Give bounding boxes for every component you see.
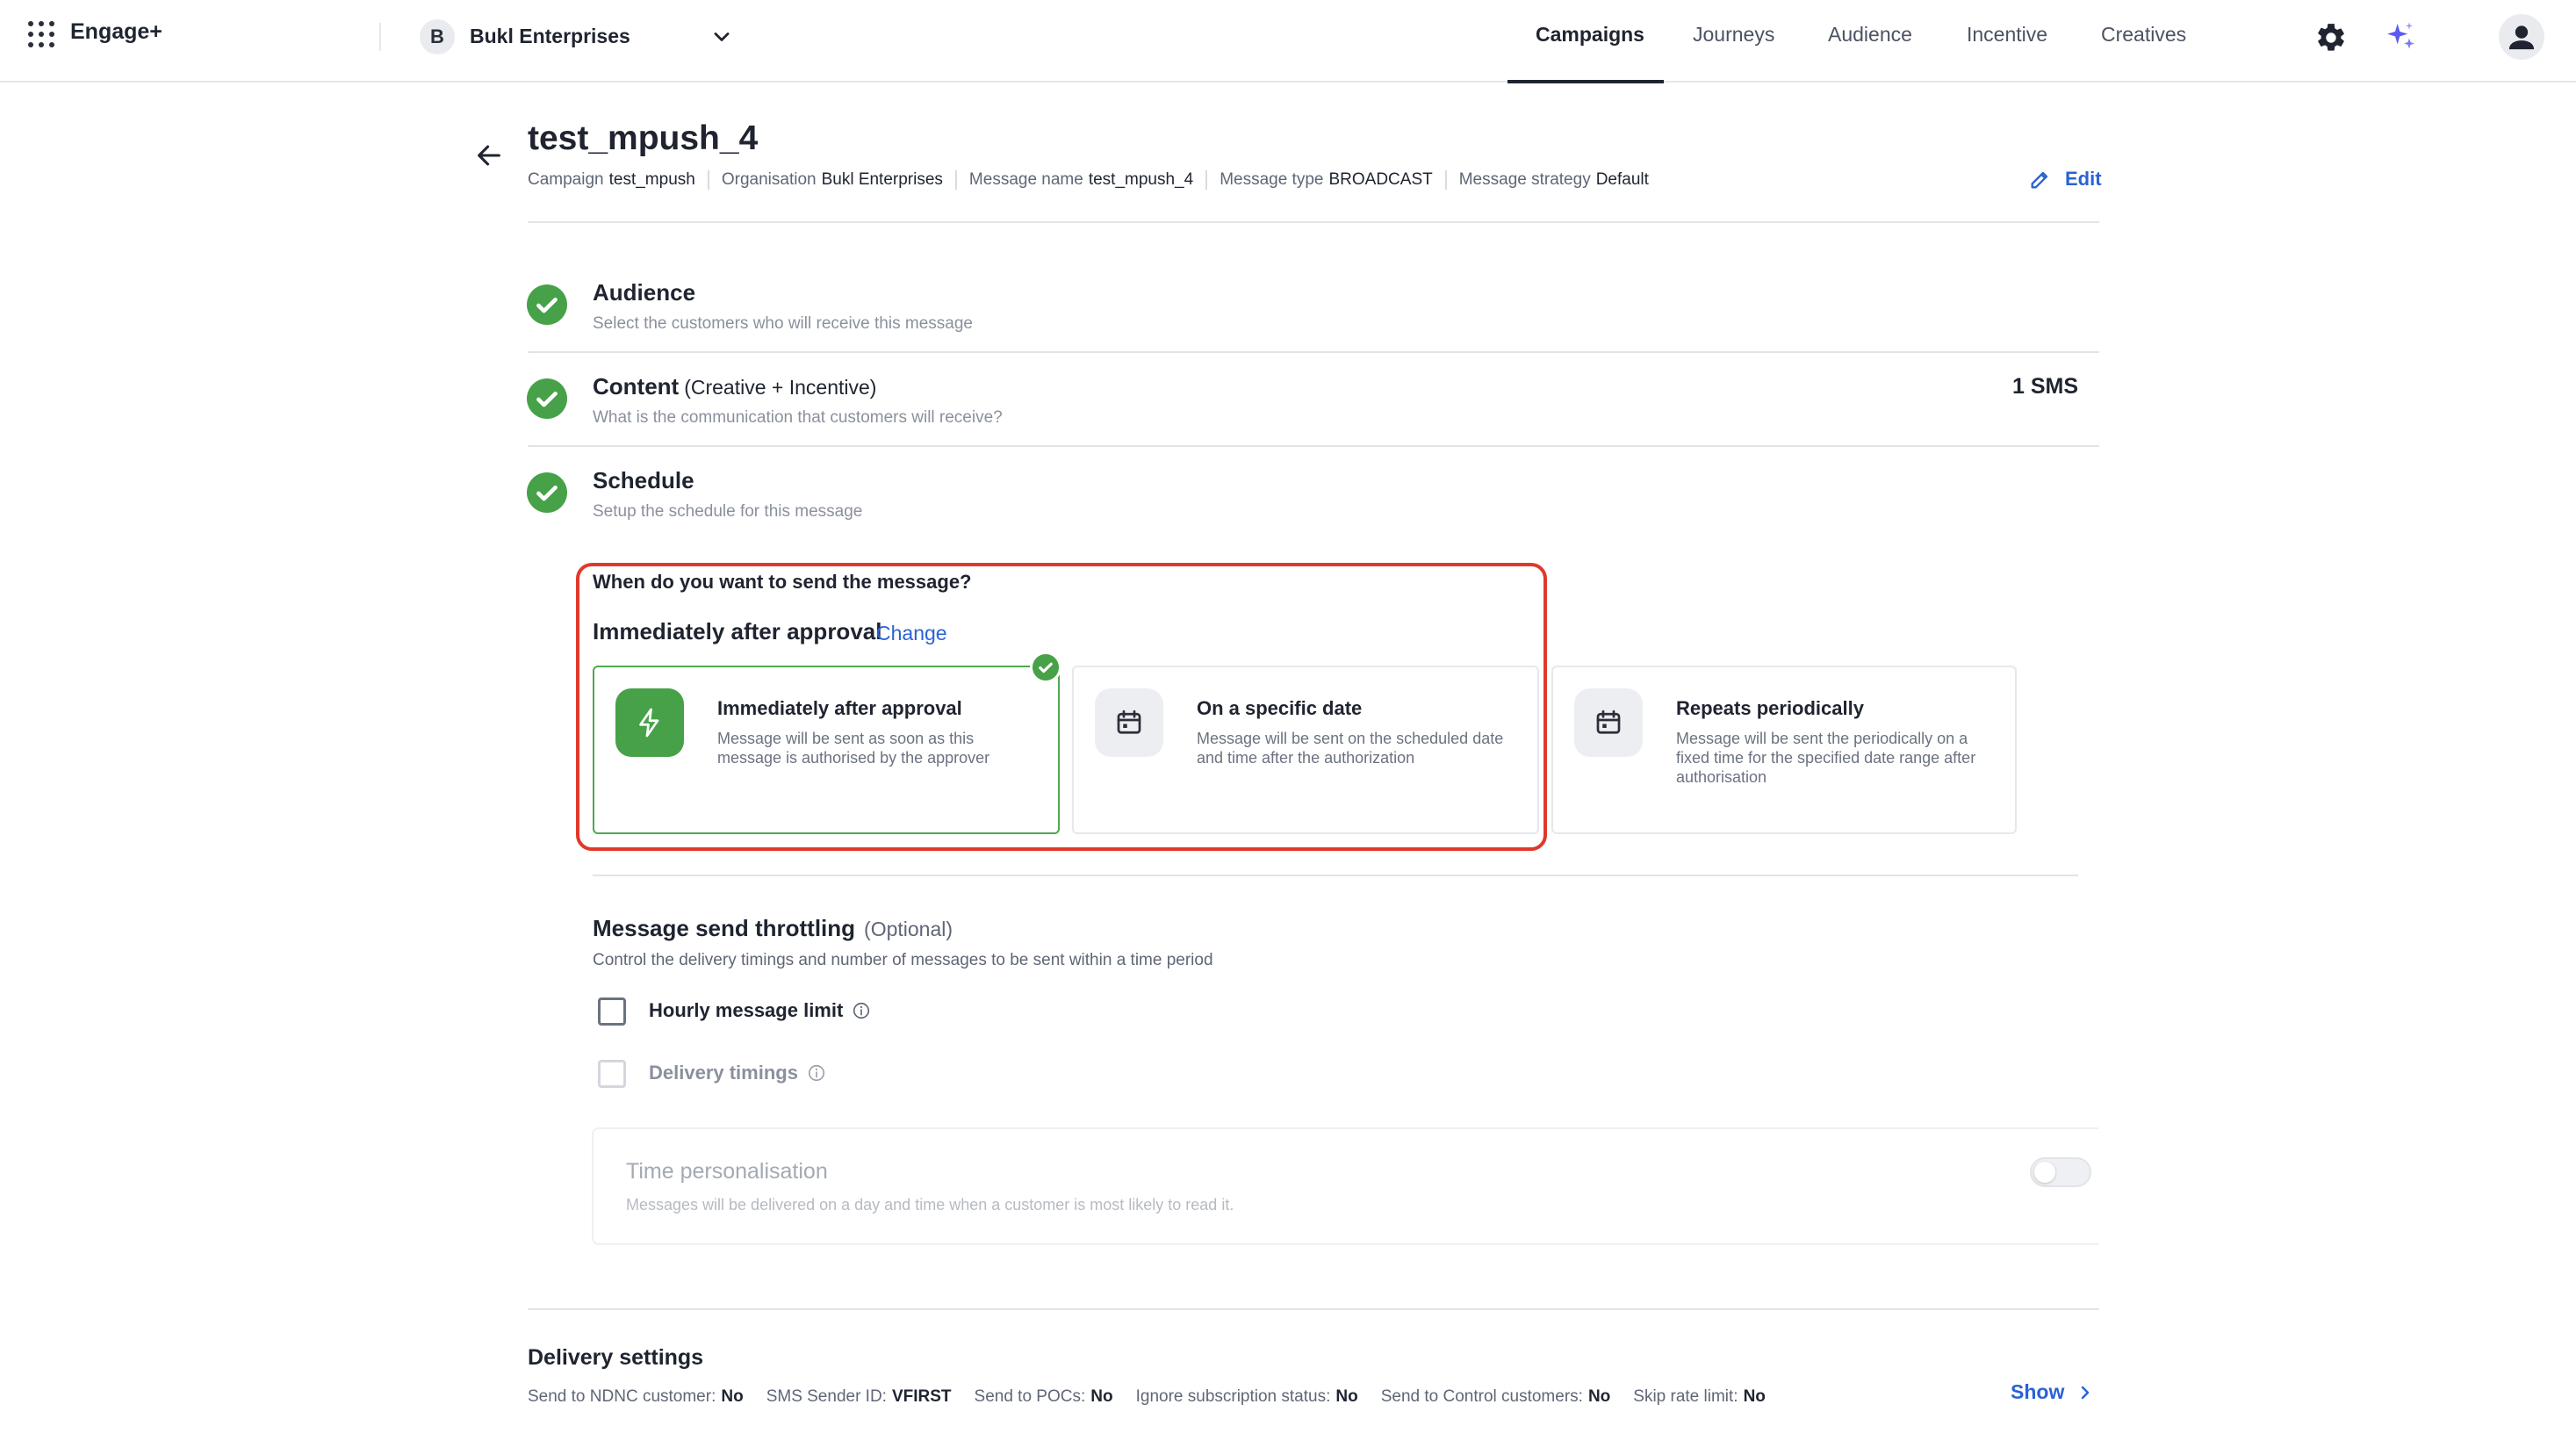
selected-check-icon (1030, 652, 1061, 683)
content-count: 1 SMS (2012, 374, 2079, 399)
option-description: Message will be sent as soon as this mes… (717, 730, 990, 767)
gear-icon[interactable] (2314, 21, 2348, 54)
lightning-icon (615, 688, 684, 757)
ds-pocs: Send to POCs: No (974, 1387, 1113, 1406)
info-icon[interactable] (807, 1063, 826, 1083)
divider (528, 445, 2099, 447)
option-description: Message will be sent on the scheduled da… (1197, 730, 1504, 767)
ds-subscription: Ignore subscription status: No (1135, 1387, 1358, 1406)
org-name[interactable]: Bukl Enterprises (470, 25, 630, 48)
throttling-title: Message send throttling (Optional) (593, 915, 953, 941)
edit-button[interactable]: Edit (2028, 167, 2102, 191)
divider (379, 23, 381, 51)
ds-ndnc: Send to NDNC customer: No (528, 1387, 744, 1406)
hourly-limit-label: Hourly message limit (649, 999, 871, 1022)
step-audience-title[interactable]: Audience (593, 279, 695, 306)
schedule-check-icon (527, 472, 567, 513)
time-personalisation-subtitle: Messages will be delivered on a day and … (626, 1196, 1234, 1213)
tab-incentive[interactable]: Incentive (1967, 23, 2047, 47)
divider (593, 875, 2078, 876)
tab-creatives[interactable]: Creatives (2101, 23, 2186, 47)
time-personalisation-title: Time personalisation (626, 1159, 828, 1184)
option-title: Immediately after approval (717, 697, 962, 719)
step-content-subtitle: What is the communication that customers… (593, 408, 1003, 427)
avatar[interactable] (2499, 14, 2544, 60)
option-on-a-specific-date[interactable]: On a specific date Message will be sent … (1072, 666, 1539, 834)
toggle-knob (2034, 1162, 2055, 1183)
delivery-timings-label: Delivery timings (649, 1062, 826, 1084)
back-arrow-icon[interactable] (474, 140, 504, 170)
ds-control: Send to Control customers: No (1380, 1387, 1611, 1406)
throttling-subtitle: Control the delivery timings and number … (593, 951, 1213, 969)
option-repeats-periodically[interactable]: Repeats periodically Message will be sen… (1551, 666, 2017, 834)
pencil-icon (2031, 171, 2048, 189)
divider (528, 1308, 2099, 1310)
chevron-down-icon[interactable] (709, 25, 734, 49)
step-schedule-title[interactable]: Schedule (593, 467, 694, 494)
divider (1205, 170, 1208, 190)
page-title: test_mpush_4 (528, 119, 759, 157)
delivery-timings-checkbox[interactable] (598, 1060, 626, 1088)
sparkle-icon[interactable] (2383, 19, 2418, 54)
change-link[interactable]: Change (876, 622, 947, 645)
divider (528, 221, 2099, 223)
schedule-question: When do you want to send the message? (593, 571, 972, 593)
meta-message-type: Message type BROADCAST (1220, 170, 1433, 189)
show-delivery-settings-button[interactable]: Show (2011, 1380, 2096, 1404)
divider (528, 351, 2099, 353)
meta-organisation: Organisation Bukl Enterprises (721, 170, 943, 189)
org-avatar: B (420, 19, 455, 54)
tab-campaigns[interactable]: Campaigns (1536, 23, 1644, 47)
divider (707, 170, 709, 190)
chevron-right-icon (2082, 1386, 2090, 1399)
meta-campaign: Campaign test_mpush (528, 170, 695, 189)
calendar-icon (1574, 688, 1643, 757)
tab-journeys[interactable]: Journeys (1693, 23, 1774, 47)
ds-rate-limit: Skip rate limit: No (1633, 1387, 1766, 1406)
top-navbar: Engage+ B Bukl Enterprises Campaigns Jou… (0, 0, 2576, 83)
meta-message-strategy: Message strategy Default (1458, 170, 1649, 189)
content-check-icon (527, 378, 567, 419)
active-tab-indicator (1507, 80, 1664, 83)
step-content-title[interactable]: Content (Creative + Incentive) (593, 373, 876, 400)
divider (1444, 170, 1447, 190)
tab-audience[interactable]: Audience (1828, 23, 1912, 47)
option-description: Message will be sent the periodically on… (1676, 730, 1976, 786)
time-personalisation-toggle[interactable] (2030, 1157, 2091, 1187)
audience-check-icon (527, 284, 567, 325)
option-title: Repeats periodically (1676, 697, 1864, 719)
app-launcher-icon[interactable] (28, 21, 54, 47)
divider (954, 170, 957, 190)
schedule-selected-value: Immediately after approval (593, 618, 882, 644)
delivery-settings-title: Delivery settings (528, 1345, 704, 1370)
time-personalisation-panel (592, 1127, 2098, 1245)
meta-message-name: Message name test_mpush_4 (968, 170, 1194, 189)
user-icon (2508, 25, 2535, 50)
step-audience-subtitle: Select the customers who will receive th… (593, 314, 973, 333)
option-immediately-after-approval[interactable]: Immediately after approval Message will … (593, 666, 1060, 834)
delivery-settings-summary: Send to NDNC customer: No SMS Sender ID: V… (528, 1387, 1788, 1407)
show-label: Show (2011, 1380, 2065, 1403)
option-title: On a specific date (1197, 697, 1363, 719)
step-schedule-subtitle: Setup the schedule for this message (593, 502, 863, 521)
hourly-limit-checkbox[interactable] (598, 997, 626, 1026)
edit-label: Edit (2065, 168, 2102, 190)
ds-sender-id: SMS Sender ID: VFIRST (766, 1387, 952, 1406)
info-icon[interactable] (852, 1001, 871, 1020)
message-meta: Campaign test_mpush Organisation Bukl Ente… (528, 170, 1649, 190)
app-name: Engage+ (70, 19, 162, 44)
calendar-icon (1095, 688, 1163, 757)
